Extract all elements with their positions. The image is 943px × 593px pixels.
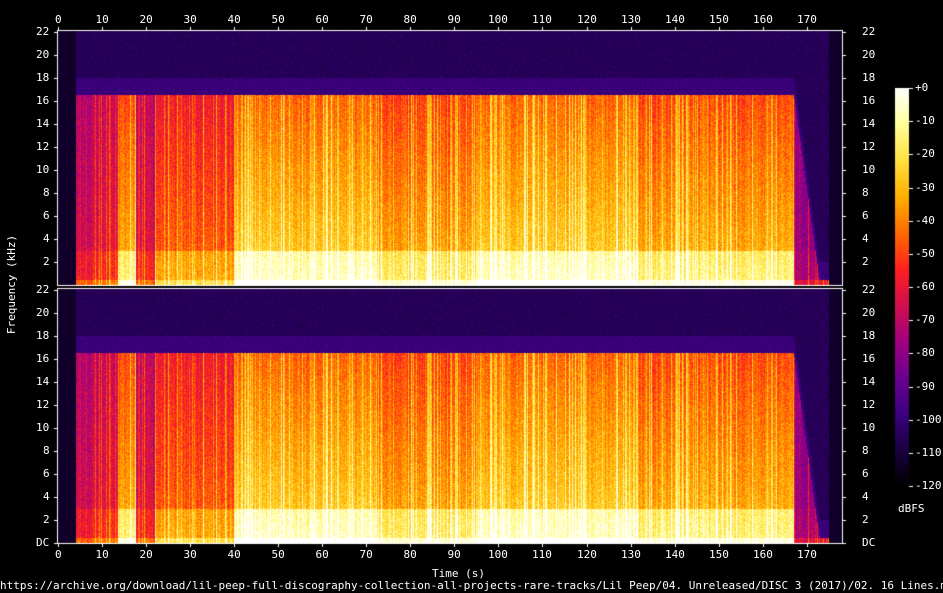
x-tick-label-bottom: 90 <box>447 548 461 561</box>
x-tick-label-top: 0 <box>55 13 62 26</box>
x-tick-label-top: 100 <box>488 13 508 26</box>
y-tick-label-right: 8 <box>862 186 869 199</box>
x-tick-label-top: 130 <box>621 13 641 26</box>
y-tick-label-left: 22 <box>36 283 50 296</box>
spectrogram-canvas <box>0 0 943 593</box>
y-tick-label-left: 12 <box>36 398 50 411</box>
y-tick-label-right: 20 <box>862 306 876 319</box>
x-tick-label-top: 10 <box>95 13 109 26</box>
y-tick-label-left: 18 <box>36 329 50 342</box>
colorbar-tick-label: -40 <box>915 214 935 227</box>
x-tick-label-top: 70 <box>359 13 373 26</box>
x-tick-label-bottom: 110 <box>532 548 552 561</box>
x-tick-label-bottom: 150 <box>709 548 729 561</box>
y-tick-label-right: 6 <box>862 209 869 222</box>
y-tick-label-left: 6 <box>43 467 50 480</box>
y-tick-label-right: 8 <box>862 444 869 457</box>
x-tick-label-bottom: 30 <box>183 548 197 561</box>
x-tick-label-top: 170 <box>797 13 817 26</box>
x-tick-label-top: 90 <box>447 13 461 26</box>
y-tick-label-right: 20 <box>862 48 876 61</box>
y-tick-label-right: 2 <box>862 513 869 526</box>
colorbar-label: dBFS <box>898 502 925 515</box>
y-axis-label: Frequency (kHz) <box>5 234 19 335</box>
y-tick-label-right: 18 <box>862 329 876 342</box>
y-tick-label-left: 2 <box>43 255 50 268</box>
y-tick-label-left: 20 <box>36 306 50 319</box>
x-tick-label-bottom: 0 <box>55 548 62 561</box>
y-tick-label-left: 14 <box>36 375 50 388</box>
y-tick-label-right: 14 <box>862 117 876 130</box>
colorbar-tick-label: -20 <box>915 147 935 160</box>
y-tick-label-left: 16 <box>36 94 50 107</box>
y-tick-label-left: DC <box>36 536 50 549</box>
x-tick-label-bottom: 50 <box>271 548 285 561</box>
y-tick-label-left: 8 <box>43 186 50 199</box>
y-tick-label-right: 16 <box>862 352 876 365</box>
y-tick-label-right: 4 <box>862 232 869 245</box>
y-tick-label-right: 2 <box>862 255 869 268</box>
x-tick-label-top: 20 <box>139 13 153 26</box>
colorbar-tick-label: -110 <box>915 446 942 459</box>
colorbar-tick-label: -90 <box>915 380 935 393</box>
colorbar-tick-label: -60 <box>915 280 935 293</box>
y-tick-label-left: 4 <box>43 232 50 245</box>
y-tick-label-left: 14 <box>36 117 50 130</box>
y-tick-label-right: 12 <box>862 398 876 411</box>
x-tick-label-bottom: 70 <box>359 548 373 561</box>
x-tick-label-bottom: 170 <box>797 548 817 561</box>
colorbar-tick-label: +0 <box>915 81 929 94</box>
x-tick-label-top: 110 <box>532 13 552 26</box>
colorbar-tick-label: -120 <box>915 479 942 492</box>
x-tick-label-top: 50 <box>271 13 285 26</box>
x-tick-label-bottom: 160 <box>753 548 773 561</box>
x-tick-label-top: 120 <box>577 13 597 26</box>
y-tick-label-right: 4 <box>862 490 869 503</box>
x-tick-label-top: 60 <box>315 13 329 26</box>
x-tick-label-bottom: 120 <box>577 548 597 561</box>
y-tick-label-right: 14 <box>862 375 876 388</box>
source-path: https://archive.org/download/lil-peep-fu… <box>0 579 943 592</box>
x-tick-label-bottom: 20 <box>139 548 153 561</box>
x-tick-label-bottom: 60 <box>315 548 329 561</box>
y-tick-label-right: 10 <box>862 421 876 434</box>
y-tick-label-left: 18 <box>36 71 50 84</box>
y-tick-label-right: 16 <box>862 94 876 107</box>
y-tick-label-right: 12 <box>862 140 876 153</box>
colorbar-tick-label: -80 <box>915 346 935 359</box>
y-tick-label-right: DC <box>862 536 876 549</box>
colorbar-tick-label: -50 <box>915 247 935 260</box>
y-tick-label-left: 2 <box>43 513 50 526</box>
y-tick-label-right: 10 <box>862 163 876 176</box>
colorbar-tick-label: -100 <box>915 413 942 426</box>
x-tick-label-bottom: 140 <box>665 548 685 561</box>
x-tick-label-top: 160 <box>753 13 773 26</box>
colorbar-tick-label: -10 <box>915 114 935 127</box>
x-tick-label-top: 40 <box>227 13 241 26</box>
y-tick-label-right: 18 <box>862 71 876 84</box>
x-tick-label-top: 140 <box>665 13 685 26</box>
y-tick-label-right: 6 <box>862 467 869 480</box>
y-tick-label-left: 4 <box>43 490 50 503</box>
y-tick-label-left: 12 <box>36 140 50 153</box>
x-tick-label-bottom: 80 <box>403 548 417 561</box>
y-tick-label-left: 22 <box>36 25 50 38</box>
y-tick-label-left: 6 <box>43 209 50 222</box>
x-tick-label-bottom: 130 <box>621 548 641 561</box>
y-tick-label-left: 8 <box>43 444 50 457</box>
x-tick-label-bottom: 100 <box>488 548 508 561</box>
colorbar-tick-label: -70 <box>915 313 935 326</box>
y-tick-label-right: 22 <box>862 283 876 296</box>
y-tick-label-right: 22 <box>862 25 876 38</box>
y-tick-label-left: 10 <box>36 163 50 176</box>
x-tick-label-bottom: 40 <box>227 548 241 561</box>
y-tick-label-left: 10 <box>36 421 50 434</box>
x-tick-label-bottom: 10 <box>95 548 109 561</box>
y-tick-label-left: 16 <box>36 352 50 365</box>
y-tick-label-left: 20 <box>36 48 50 61</box>
colorbar-tick-label: -30 <box>915 181 935 194</box>
x-tick-label-top: 80 <box>403 13 417 26</box>
x-tick-label-top: 150 <box>709 13 729 26</box>
x-tick-label-top: 30 <box>183 13 197 26</box>
